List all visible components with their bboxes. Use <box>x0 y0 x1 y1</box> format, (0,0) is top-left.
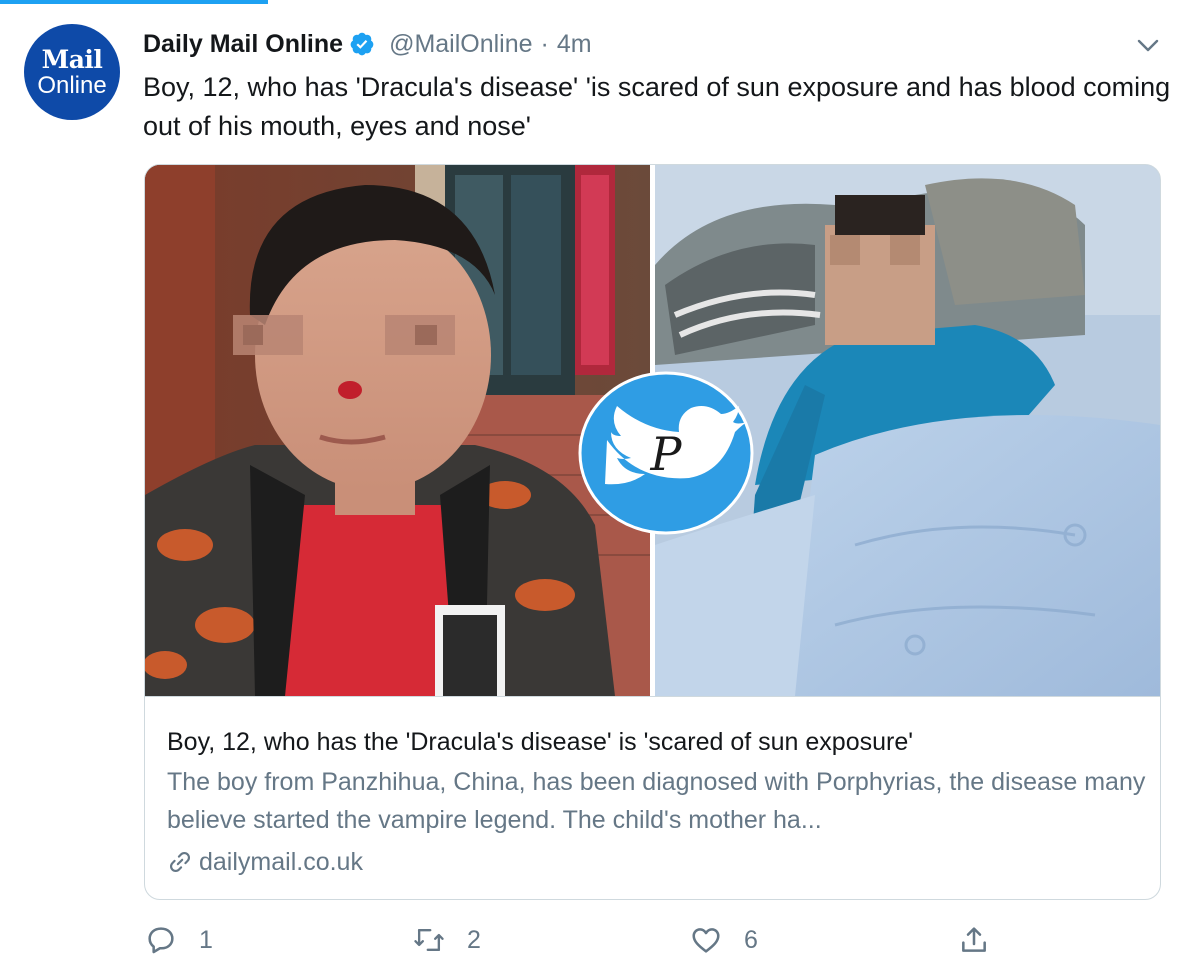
author-handle[interactable]: @MailOnline <box>389 30 532 59</box>
tweet-text: Boy, 12, who has 'Dracula's disease' 'is… <box>143 72 1171 141</box>
card-body[interactable]: Boy, 12, who has the 'Dracula's disease'… <box>145 696 1160 899</box>
card-title: Boy, 12, who has the 'Dracula's disease'… <box>167 728 914 756</box>
reply-icon <box>145 924 177 956</box>
retweet-button[interactable]: 2 <box>413 918 481 962</box>
reply-button[interactable]: 1 <box>145 918 213 962</box>
card-description: The boy from Panzhihua, China, has been … <box>167 768 1146 834</box>
retweet-icon <box>413 924 445 956</box>
like-count: 6 <box>744 925 758 954</box>
link-card[interactable]: P Boy, 12, who has the 'Dracula's diseas… <box>144 164 1161 900</box>
reply-count: 1 <box>199 925 213 954</box>
avatar[interactable]: Mail Online <box>24 24 120 120</box>
tweet-actions: 1 2 6 <box>0 918 1200 962</box>
card-domain: dailymail.co.uk <box>199 847 363 876</box>
retweet-count: 2 <box>467 925 481 954</box>
tweet-timestamp[interactable]: 4m <box>557 30 592 59</box>
verified-badge-icon <box>349 31 375 57</box>
tweet[interactable]: Mail Online Daily Mail Online @MailOnlin… <box>0 0 1200 974</box>
photo-boy-portrait <box>145 165 650 696</box>
watermark-bird-logo-icon: P <box>577 370 755 536</box>
avatar-logo-line2: Online <box>37 71 107 99</box>
tweet-header: Daily Mail Online @MailOnline · 4m <box>143 26 592 62</box>
header-separator: · <box>540 29 549 58</box>
author-name[interactable]: Daily Mail Online <box>143 30 343 59</box>
avatar-logo-line1: Mail <box>41 44 103 74</box>
card-domain-link[interactable]: dailymail.co.uk <box>167 845 363 879</box>
share-button[interactable] <box>958 918 990 962</box>
link-icon <box>167 849 193 875</box>
card-media[interactable]: P <box>145 165 1160 696</box>
share-icon <box>958 924 990 956</box>
chevron-down-icon[interactable] <box>1134 34 1162 58</box>
svg-text:P: P <box>650 427 683 481</box>
heart-icon <box>690 924 722 956</box>
like-button[interactable]: 6 <box>690 918 758 962</box>
